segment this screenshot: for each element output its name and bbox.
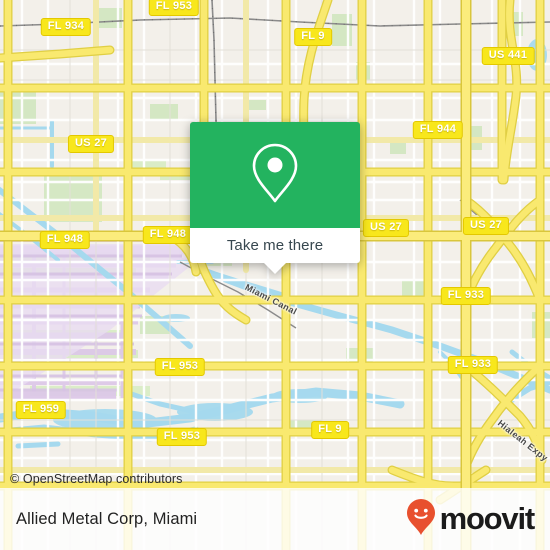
- road-shield: FL 9: [311, 421, 349, 439]
- road-shield: FL 948: [142, 226, 194, 244]
- popup-pointer: [264, 263, 286, 274]
- road-shield: FL 959: [15, 401, 67, 419]
- road-shield: US 27: [462, 217, 510, 235]
- road-shield: FL 953: [154, 358, 206, 376]
- take-me-there-label: Take me there: [226, 237, 324, 254]
- moovit-pin-icon: [406, 498, 436, 541]
- road-shield: FL 953: [148, 0, 200, 16]
- osm-attribution: © OpenStreetMap contributors: [10, 472, 183, 486]
- map-vector-layer: [0, 0, 550, 550]
- place-title: Allied Metal Corp, Miami: [16, 509, 198, 528]
- road-shield: US 441: [481, 47, 535, 65]
- road-shield: FL 948: [39, 231, 91, 249]
- moovit-map-screenshot: Miami Canal Hialeah Expy FL 953 FL 934 F…: [0, 0, 550, 550]
- road-shield: FL 944: [412, 121, 464, 139]
- road-shield: FL 934: [40, 18, 92, 36]
- popup-footer[interactable]: Take me there: [190, 228, 360, 274]
- map-canvas[interactable]: Miami Canal Hialeah Expy FL 953 FL 934 F…: [0, 0, 550, 550]
- road-shield: FL 933: [447, 356, 499, 374]
- road-shield: FL 933: [440, 287, 492, 305]
- moovit-wordmark: moovit: [439, 501, 536, 536]
- bottom-bar: Allied Metal Corp, Miami moovit: [0, 488, 550, 550]
- road-shield: FL 953: [156, 428, 208, 446]
- road-shield: FL 9: [294, 28, 332, 46]
- popup-header: [190, 122, 360, 228]
- map-pin-icon: [248, 140, 302, 211]
- road-shield: US 27: [362, 219, 410, 237]
- road-shield: US 27: [67, 135, 115, 153]
- moovit-logo: moovit: [406, 498, 536, 541]
- location-popup-card[interactable]: Take me there: [190, 122, 360, 274]
